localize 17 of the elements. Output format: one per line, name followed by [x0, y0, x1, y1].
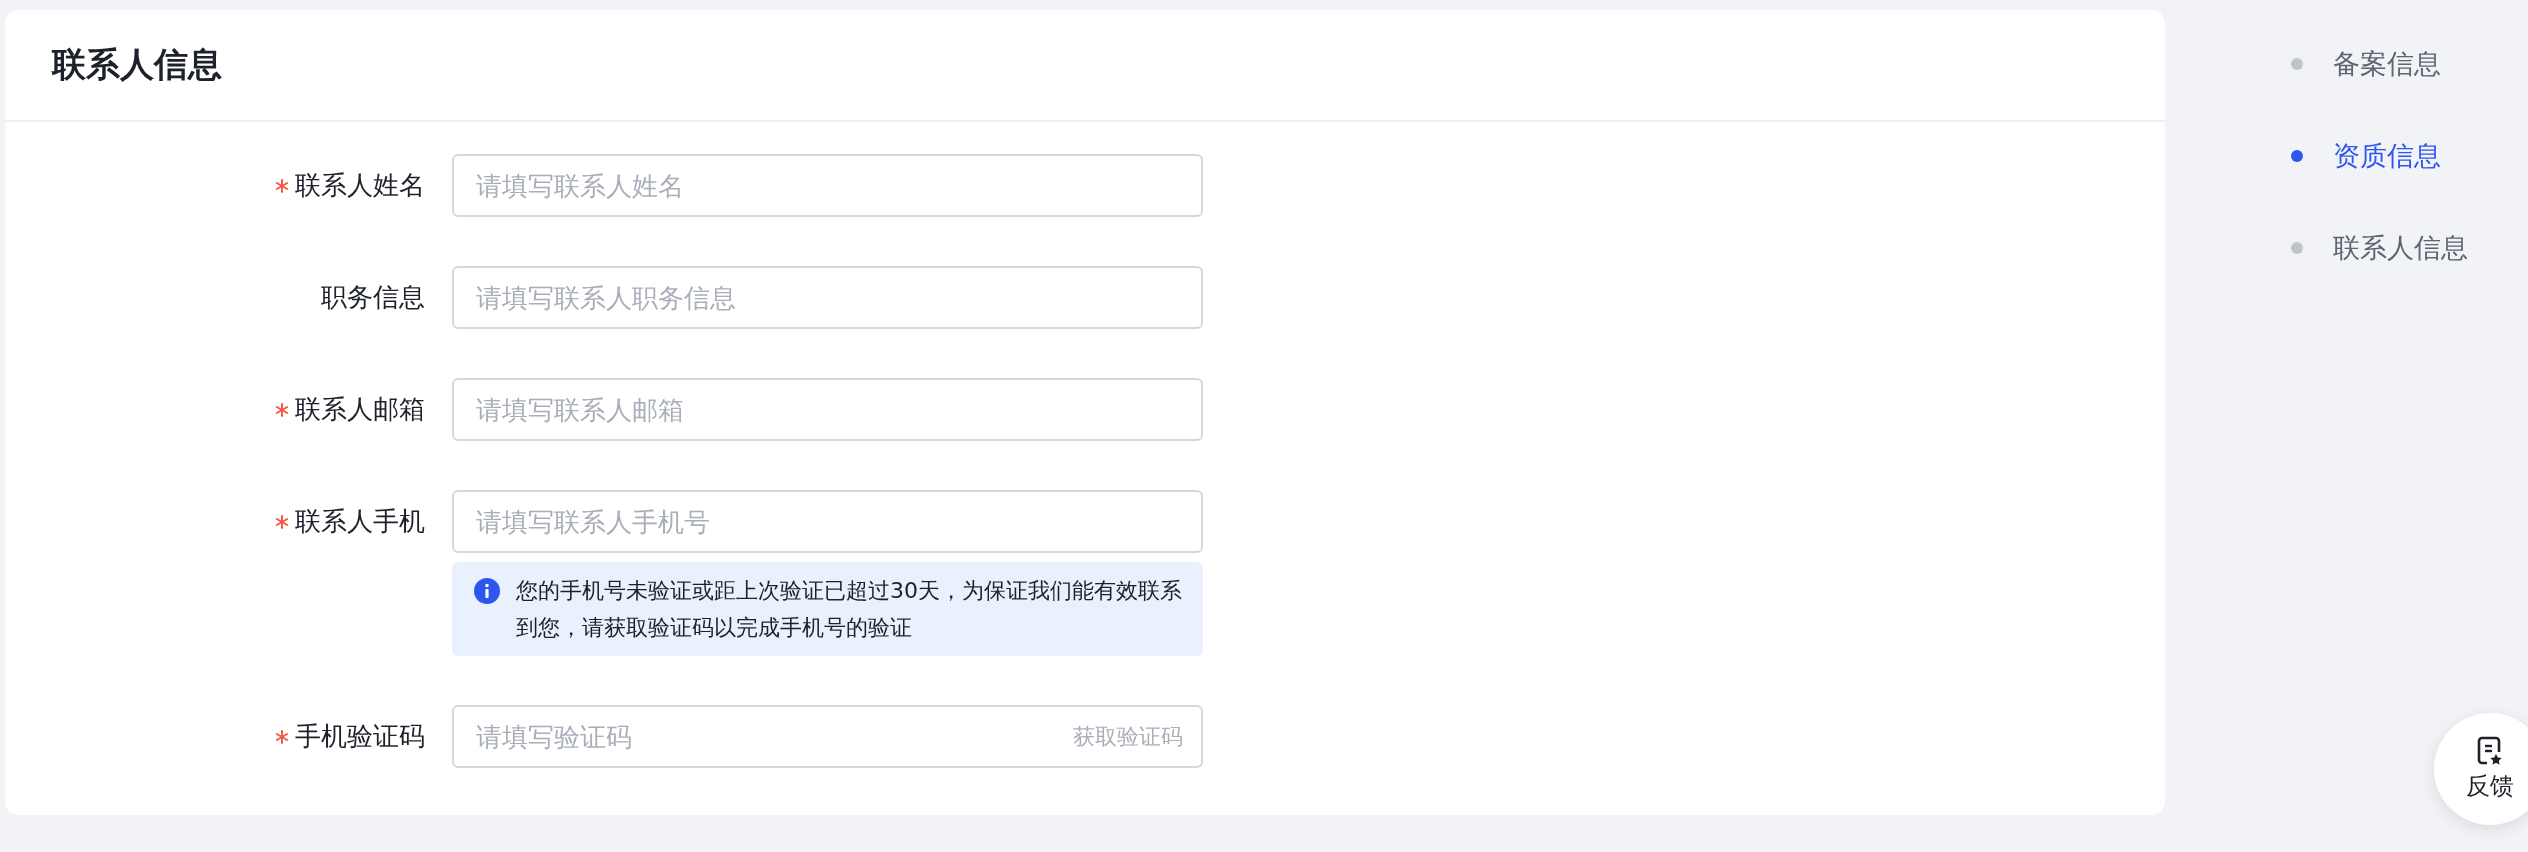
alert-text: 您的手机号未验证或距上次验证已超过30天，为保证我们能有效联系到您，请获取验证码以完成手机号的验证: [516, 577, 1183, 642]
feedback-button[interactable]: 反馈: [2434, 713, 2528, 825]
section-title: 联系人信息: [52, 43, 222, 86]
input-field[interactable]: 请填写联系人职务信息: [452, 266, 1203, 329]
anchor-link[interactable]: 联系人信息: [2333, 230, 2468, 266]
input-field[interactable]: 请填写联系人姓名: [452, 154, 1203, 217]
field-label: 职务信息: [321, 281, 425, 314]
anchor-link[interactable]: 资质信息: [2333, 138, 2441, 174]
field-label: 手机验证码: [295, 720, 425, 753]
field-label: 联系人手机: [295, 505, 425, 538]
document-star-icon: [2477, 736, 2503, 766]
anchor-link[interactable]: 备案信息: [2333, 46, 2441, 82]
input-field[interactable]: 请填写联系人手机号: [452, 490, 1203, 553]
info-icon: [474, 578, 500, 604]
input-field[interactable]: 请填写联系人邮箱: [452, 378, 1203, 441]
field-label: 联系人姓名: [295, 169, 425, 202]
field-label: 联系人邮箱: [295, 393, 425, 426]
